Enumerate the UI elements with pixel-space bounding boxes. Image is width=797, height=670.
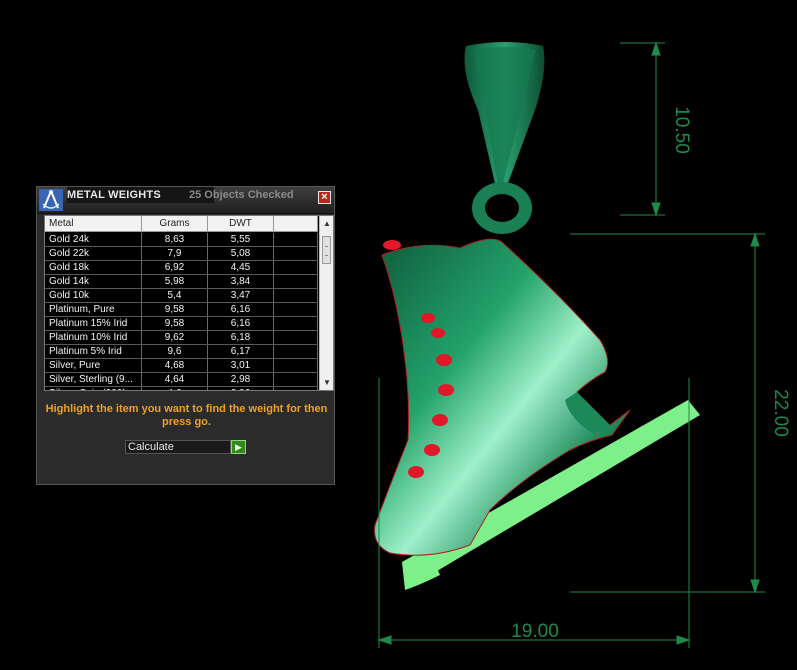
cell-grams: 8,63 — [142, 233, 208, 246]
cell-dwt: 2,98 — [208, 373, 274, 386]
cell-grams: 5,98 — [142, 275, 208, 288]
cell-blank — [274, 303, 318, 316]
table-body: Gold 24k 8,63 5,55 Gold 22k 7,9 5,08 Gold 18k 6… — [45, 233, 318, 390]
cell-metal: Platinum, Pure — [45, 303, 142, 316]
cell-blank — [274, 289, 318, 302]
cell-grams: 9,58 — [142, 303, 208, 316]
objects-checked-status: 25 Objects Checked — [189, 189, 294, 201]
table-row[interactable]: Platinum 5% Irid 9,6 6,17 — [45, 345, 318, 359]
calculate-select[interactable]: Calculate — [125, 440, 231, 454]
cell-dwt: 6,18 — [208, 331, 274, 344]
column-header-metal[interactable]: Metal — [45, 216, 142, 232]
cell-dwt: 3,47 — [208, 289, 274, 302]
cell-grams: 9,6 — [142, 345, 208, 358]
cell-dwt: 6,16 — [208, 317, 274, 330]
cell-dwt: 3,01 — [208, 359, 274, 372]
cell-dwt: 3,84 — [208, 275, 274, 288]
table-row[interactable]: Platinum 15% Irid 9,58 6,16 — [45, 317, 318, 331]
cell-metal: Gold 22k — [45, 247, 142, 260]
cell-blank — [274, 317, 318, 330]
cell-grams: 4,64 — [142, 373, 208, 386]
cell-dwt: 2,96 — [208, 387, 274, 390]
table-row[interactable]: Gold 14k 5,98 3,84 — [45, 275, 318, 289]
cell-grams: 4,68 — [142, 359, 208, 372]
cell-blank — [274, 373, 318, 386]
dimension-boot-height-label: 22.00 — [770, 389, 791, 437]
cell-dwt: 5,08 — [208, 247, 274, 260]
table-row[interactable]: Gold 10k 5,4 3,47 — [45, 289, 318, 303]
cell-grams: 5,4 — [142, 289, 208, 302]
cell-metal: Gold 18k — [45, 261, 142, 274]
go-button[interactable]: ▶ — [231, 440, 246, 454]
column-header-grams[interactable]: Grams — [142, 216, 208, 232]
play-arrow-icon: ▶ — [235, 442, 242, 452]
cell-metal: Silver, Sterling (9... — [45, 373, 142, 386]
scroll-down-icon[interactable]: ▼ — [322, 378, 332, 388]
cell-grams: 6,92 — [142, 261, 208, 274]
compass-logo-icon — [39, 189, 63, 211]
cell-metal: Gold 14k — [45, 275, 142, 288]
cell-grams: 4,6 — [142, 387, 208, 390]
table-scrollbar[interactable]: ▲ ▼ — [319, 216, 333, 390]
cell-metal: Platinum 15% Irid — [45, 317, 142, 330]
cell-grams: 9,58 — [142, 317, 208, 330]
column-header-blank — [274, 216, 318, 232]
cell-metal: Silver, Pure — [45, 359, 142, 372]
cell-dwt: 5,55 — [208, 233, 274, 246]
cell-blank — [274, 247, 318, 260]
cell-metal: Platinum 10% Irid — [45, 331, 142, 344]
cell-dwt: 4,45 — [208, 261, 274, 274]
cell-blank — [274, 345, 318, 358]
scroll-thumb[interactable] — [322, 236, 331, 264]
metal-weights-table: Metal Grams DWT Gold 24k 8,63 5,55 Gold 22k… — [44, 215, 334, 391]
cell-grams: 7,9 — [142, 247, 208, 260]
table-row[interactable]: Platinum, Pure 9,58 6,16 — [45, 303, 318, 317]
cell-metal: Platinum 5% Irid — [45, 345, 142, 358]
table-row[interactable]: Gold 18k 6,92 4,45 — [45, 261, 318, 275]
cell-blank — [274, 261, 318, 274]
table-row[interactable]: Gold 22k 7,9 5,08 — [45, 247, 318, 261]
table-row[interactable]: Silver, Coin (900)4,62,96 — [45, 387, 318, 390]
column-header-dwt[interactable]: DWT — [208, 216, 274, 232]
bail-shape — [464, 42, 545, 234]
cell-metal: Gold 10k — [45, 289, 142, 302]
table-header: Metal Grams DWT — [45, 216, 318, 232]
cell-blank — [274, 275, 318, 288]
cell-blank — [274, 359, 318, 372]
panel-header: METAL WEIGHTS 25 Objects Checked × — [37, 187, 334, 214]
instruction-text: Highlight the item you want to find the … — [45, 403, 328, 428]
table-row[interactable]: Silver, Sterling (9... 4,64 2,98 — [45, 373, 318, 387]
cell-metal: Gold 24k — [45, 233, 142, 246]
cell-blank — [274, 331, 318, 344]
table-row[interactable]: Platinum 10% Irid 9,62 6,18 — [45, 331, 318, 345]
cell-blank — [274, 387, 318, 390]
cell-blank — [274, 233, 318, 246]
dimension-height-label: 10.50 — [671, 106, 692, 154]
scroll-up-icon[interactable]: ▲ — [322, 219, 332, 229]
table-row[interactable]: Silver, Pure 4,68 3,01 — [45, 359, 318, 373]
cell-dwt: 6,17 — [208, 345, 274, 358]
cell-metal: Silver, Coin (900) — [45, 387, 142, 390]
table-row[interactable]: Gold 24k 8,63 5,55 — [45, 233, 318, 247]
cell-dwt: 6,16 — [208, 303, 274, 316]
dimension-width-label: 19.00 — [511, 621, 559, 642]
cell-grams: 9,62 — [142, 331, 208, 344]
metal-weights-panel: METAL WEIGHTS 25 Objects Checked × Metal… — [36, 186, 335, 485]
close-icon[interactable]: × — [318, 191, 331, 204]
